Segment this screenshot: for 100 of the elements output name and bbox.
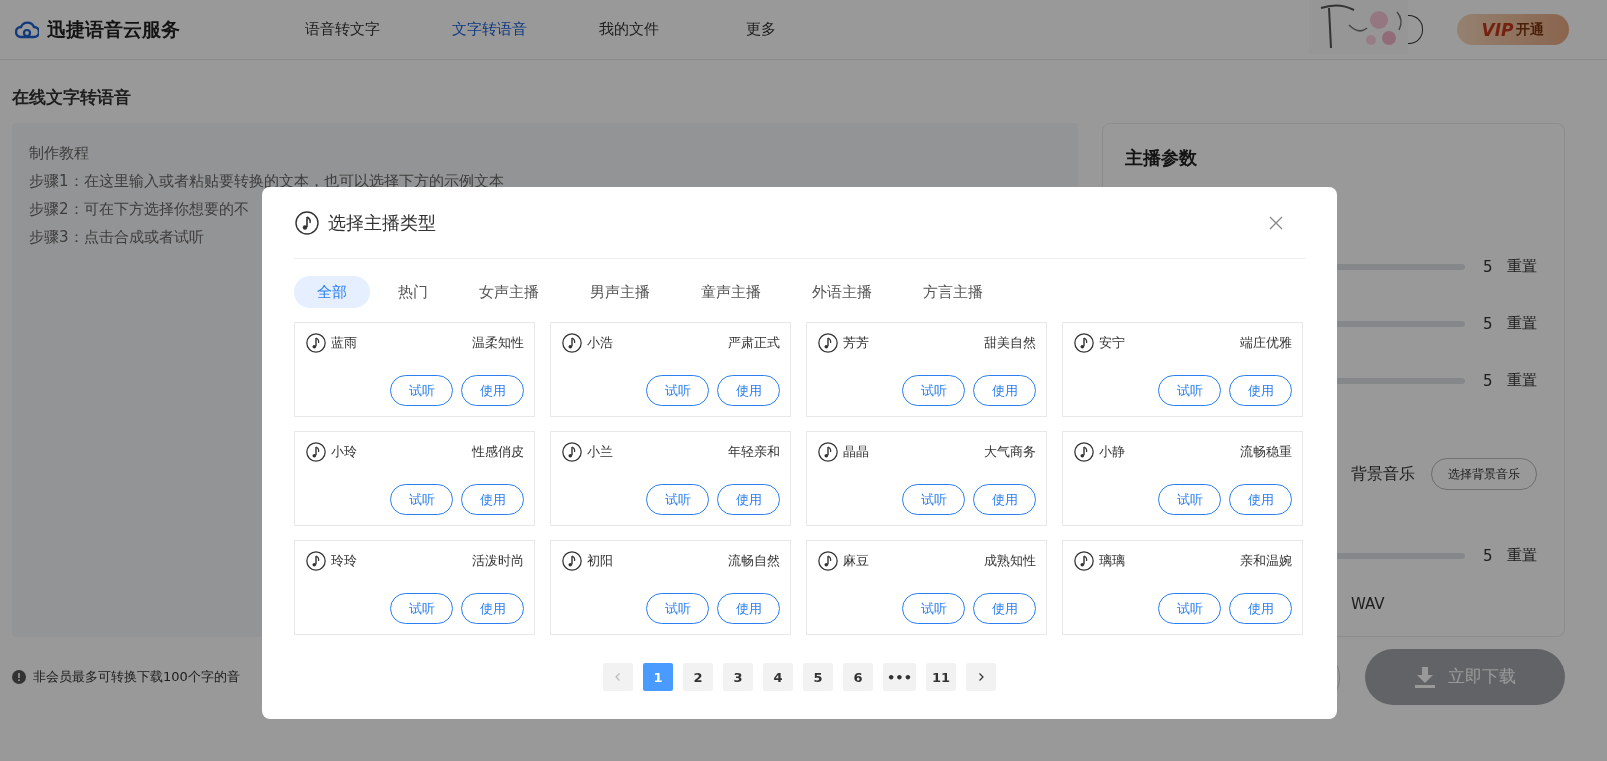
use-button[interactable]: 使用 (717, 593, 780, 624)
vip-button[interactable]: VIP 开通 (1457, 14, 1569, 45)
use-button[interactable]: 使用 (717, 375, 780, 406)
voice-style: 温柔知性 (472, 334, 524, 352)
music-note-icon (306, 551, 326, 571)
preview-button[interactable]: 试听 (646, 484, 709, 515)
slider-value: 5 (1483, 314, 1494, 333)
page-button[interactable]: 4 (763, 663, 794, 691)
preview-button[interactable]: 试听 (390, 375, 453, 406)
instruction-line: 步骤2：可在下方选择你想要的不 (29, 199, 249, 220)
category-tab[interactable]: 男声主播 (567, 276, 673, 308)
music-note-icon (818, 333, 838, 353)
account-button[interactable] (1408, 15, 1423, 44)
use-button[interactable]: 使用 (973, 375, 1036, 406)
voice-name: 璃璃 (1099, 552, 1125, 570)
nav-link[interactable]: 更多 (746, 20, 893, 39)
voice-name: 小浩 (587, 334, 613, 352)
voice-name: 小玲 (331, 443, 357, 461)
category-tab[interactable]: 童声主播 (678, 276, 784, 308)
voice-name: 初阳 (587, 552, 613, 570)
category-tab[interactable]: 热门 (375, 276, 451, 308)
category-tab[interactable]: 女声主播 (456, 276, 562, 308)
nav-link[interactable]: 语音转文字 (305, 20, 452, 39)
preview-button[interactable]: 试听 (646, 593, 709, 624)
music-note-icon (818, 442, 838, 462)
site-logo[interactable]: 迅捷语音云服务 (47, 16, 180, 43)
page-button[interactable]: 2 (683, 663, 714, 691)
voice-style: 活泼时尚 (472, 552, 524, 570)
choose-music-button[interactable]: 选择背景音乐 (1431, 458, 1537, 490)
page-button[interactable]: 11 (925, 663, 956, 691)
use-button[interactable]: 使用 (1229, 593, 1292, 624)
preview-button[interactable]: 试听 (1158, 593, 1221, 624)
music-note-icon (562, 551, 582, 571)
preview-button[interactable]: 试听 (902, 375, 965, 406)
music-note-icon (818, 551, 838, 571)
instruction-line: 步骤3：点击合成或者试听 (29, 227, 204, 248)
voice-style: 端庄优雅 (1240, 334, 1292, 352)
slider-value: 5 (1483, 257, 1494, 276)
slider-value: 5 (1483, 371, 1494, 390)
use-button[interactable]: 使用 (717, 484, 780, 515)
voice-name: 晶晶 (843, 443, 869, 461)
use-button[interactable]: 使用 (1229, 375, 1292, 406)
music-note-icon (562, 442, 582, 462)
notice-text: 非会员最多可转换下载100个字的音 (33, 668, 240, 686)
voice-name: 小兰 (587, 443, 613, 461)
voice-name: 芳芳 (843, 334, 869, 352)
voice-name: 玲玲 (331, 552, 357, 570)
voice-name: 蓝雨 (331, 334, 357, 352)
cloud-logo-icon (15, 20, 39, 39)
use-button[interactable]: 使用 (973, 593, 1036, 624)
preview-button[interactable]: 试听 (902, 593, 965, 624)
preview-button[interactable]: 试听 (1158, 484, 1221, 515)
voice-style: 甜美自然 (984, 334, 1036, 352)
music-note-icon (562, 333, 582, 353)
dialog-title: 选择主播类型 (328, 210, 436, 235)
category-tab[interactable]: 方言主播 (900, 276, 1006, 308)
slider-value: 5 (1483, 546, 1494, 565)
voice-style: 流畅稳重 (1240, 443, 1292, 461)
voice-style: 流畅自然 (728, 552, 780, 570)
reset-link[interactable]: 重置 (1507, 371, 1537, 390)
next-page-button[interactable] (965, 663, 996, 691)
preview-button[interactable]: 试听 (646, 375, 709, 406)
category-tab[interactable]: 外语主播 (789, 276, 895, 308)
download-icon (1414, 665, 1436, 688)
setting-label: 背景音乐 (1351, 463, 1415, 485)
use-button[interactable]: 使用 (1229, 484, 1292, 515)
preview-button[interactable]: 试听 (1158, 375, 1221, 406)
category-tab[interactable]: 全部 (294, 276, 370, 308)
music-note-icon (306, 333, 326, 353)
reset-link[interactable]: 重置 (1507, 546, 1537, 565)
preview-button[interactable]: 试听 (390, 593, 453, 624)
panel-title: 主播参数 (1125, 146, 1197, 170)
reset-link[interactable]: 重置 (1507, 257, 1537, 276)
music-note-icon (1074, 442, 1094, 462)
use-button[interactable]: 使用 (973, 484, 1036, 515)
music-note-icon (295, 210, 319, 235)
instruction-line: 制作教程 (29, 143, 89, 164)
nav-link[interactable]: 我的文件 (599, 20, 746, 39)
preview-button[interactable]: 试听 (902, 484, 965, 515)
preview-button[interactable]: 试听 (390, 484, 453, 515)
page-button[interactable]: 6 (843, 663, 874, 691)
voice-name: 小静 (1099, 443, 1125, 461)
page-title: 在线文字转语音 (11, 86, 132, 109)
reset-link[interactable]: 重置 (1507, 314, 1537, 333)
use-button[interactable]: 使用 (461, 593, 524, 624)
close-icon[interactable] (1269, 215, 1283, 230)
page-button[interactable]: 1 (643, 663, 674, 691)
page-button[interactable]: 3 (723, 663, 754, 691)
format-option[interactable]: WAV (1351, 595, 1385, 613)
voice-style: 年轻亲和 (728, 443, 780, 461)
warning-icon (12, 670, 26, 684)
nav-link[interactable]: 文字转语音 (452, 20, 599, 39)
use-button[interactable]: 使用 (461, 484, 524, 515)
page-button[interactable]: 5 (803, 663, 834, 691)
voice-style: 亲和温婉 (1240, 552, 1292, 570)
voice-style: 成熟知性 (984, 552, 1036, 570)
page-button[interactable]: ••• (883, 663, 916, 691)
use-button[interactable]: 使用 (461, 375, 524, 406)
music-note-icon (1074, 551, 1094, 571)
voice-style: 大气商务 (984, 443, 1036, 461)
